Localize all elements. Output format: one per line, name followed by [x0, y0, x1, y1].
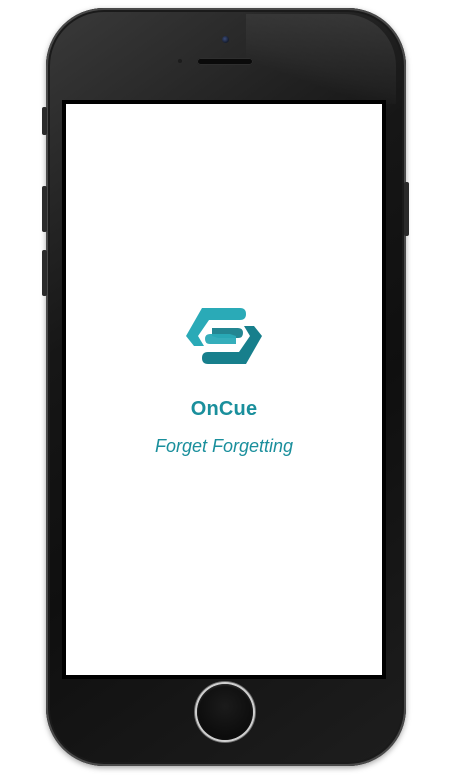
home-button[interactable]: [197, 684, 253, 740]
app-tagline: Forget Forgetting: [154, 436, 294, 456]
phone-glare: [246, 14, 396, 104]
logo-inner-right: [205, 334, 236, 344]
front-camera-icon: [222, 36, 229, 43]
mute-switch: [42, 107, 47, 135]
proximity-sensor: [178, 59, 182, 63]
splash-screen: OnCue Forget Forgetting: [66, 104, 382, 675]
volume-down-button: [42, 250, 47, 296]
volume-up-button: [42, 186, 47, 232]
oncue-hexagon-logo-icon: [186, 308, 262, 364]
earpiece-speaker-icon: [197, 58, 253, 65]
power-button: [404, 182, 409, 236]
app-name: OnCue: [190, 398, 258, 420]
